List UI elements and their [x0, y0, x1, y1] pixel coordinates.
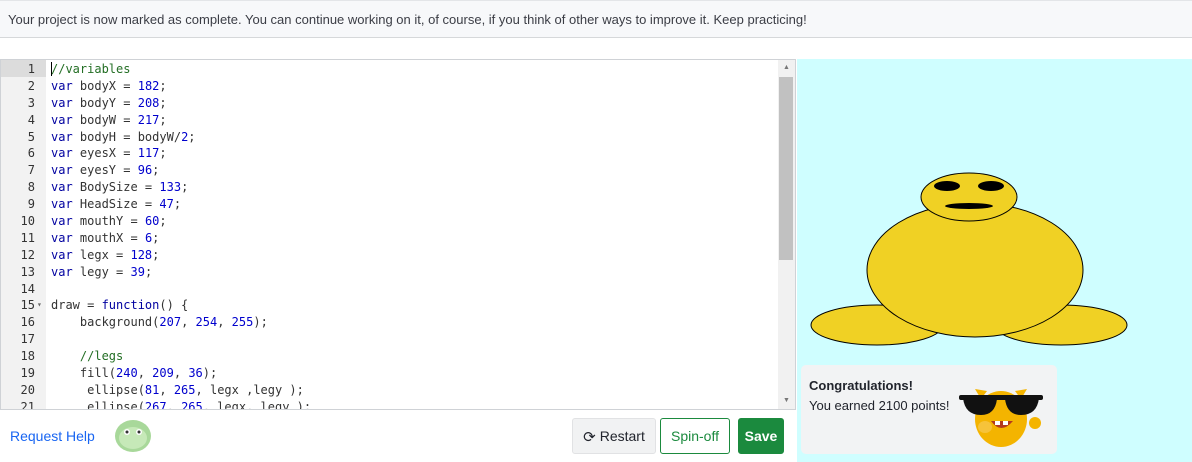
code-line[interactable]: 2 var bodyX = 182;: [1, 78, 779, 95]
creature-head: [920, 172, 1018, 222]
code-line[interactable]: 21 ellipse(267, 265, legx, legy );: [1, 399, 779, 410]
restart-label: Restart: [599, 428, 645, 444]
code-line[interactable]: 4 var bodyW = 217;: [1, 112, 779, 129]
scroll-up-arrow-icon[interactable]: ▲: [778, 60, 795, 76]
code-text: var mouthX = 6;: [51, 230, 160, 245]
line-number: 7: [27, 163, 35, 178]
completion-message: Your project is now marked as complete. …: [8, 12, 807, 27]
line-number: 6: [27, 146, 35, 161]
line-number: 12: [20, 247, 35, 262]
text-cursor: [51, 62, 52, 76]
code-text: var bodyH = bodyW/2;: [51, 129, 196, 144]
code-text: var BodySize = 133;: [51, 180, 189, 195]
code-line[interactable]: 16 background(207, 254, 255);: [1, 314, 779, 331]
line-number: 5: [27, 129, 35, 144]
scrollbar-thumb[interactable]: [779, 77, 793, 260]
code-text: var bodyX = 182;: [51, 78, 167, 93]
right-eye: [978, 181, 1004, 191]
creature-mouth: [945, 203, 993, 209]
code-text: var bodyW = 217;: [51, 112, 167, 127]
line-number: 13: [20, 264, 35, 279]
request-help-link[interactable]: Request Help: [10, 428, 95, 444]
code-line[interactable]: 14: [1, 281, 779, 298]
creature-body: [866, 202, 1084, 338]
code-line[interactable]: 13 var legy = 39;: [1, 264, 779, 281]
code-line[interactable]: 18 //legs: [1, 348, 779, 365]
code-line[interactable]: 12 var legx = 128;: [1, 247, 779, 264]
code-editor[interactable]: 1 //variables 2 var bodyX = 182; 3 var bodyY …: [0, 59, 796, 410]
code-text: fill(240, 209, 36);: [51, 366, 218, 381]
code-text: ellipse(267, 265, legx, legy );: [51, 399, 312, 410]
code-line[interactable]: 20 ellipse(81, 265, legx ,legy );: [1, 382, 779, 399]
save-button[interactable]: Save: [738, 418, 784, 454]
code-line[interactable]: 11 var mouthX = 6;: [1, 230, 779, 247]
code-text: draw = function() {: [51, 298, 189, 313]
code-text: var bodyY = 208;: [51, 95, 167, 110]
code-text: var legy = 39;: [51, 264, 153, 279]
code-text: //legs: [51, 349, 124, 364]
code-text: var mouthY = 60;: [51, 214, 167, 229]
left-eye: [934, 181, 960, 191]
help-avatar-icon[interactable]: [112, 416, 154, 454]
scroll-down-arrow-icon[interactable]: ▼: [778, 393, 795, 409]
line-number: 9: [27, 197, 35, 212]
code-line[interactable]: 1 //variables: [1, 61, 779, 78]
code-line[interactable]: 5 var bodyH = bodyW/2;: [1, 129, 779, 146]
code-text: //variables: [51, 62, 131, 76]
line-number: 2: [27, 78, 35, 93]
code-line[interactable]: 15 ▾ draw = function() {: [1, 297, 779, 314]
restart-button[interactable]: ⟳ Restart: [572, 418, 656, 454]
line-number: 17: [20, 332, 35, 347]
line-number: 11: [20, 230, 35, 245]
code-text: var eyesY = 96;: [51, 163, 160, 178]
fold-arrow-icon[interactable]: ▾: [37, 297, 42, 314]
line-number: 14: [20, 281, 35, 296]
code-line[interactable]: 10 var mouthY = 60;: [1, 213, 779, 230]
line-number: 21: [20, 399, 35, 410]
code-text: var legx = 128;: [51, 247, 160, 262]
congratulations-card: Congratulations! You earned 2100 points!: [801, 365, 1057, 454]
code-line[interactable]: 6 var eyesX = 117;: [1, 145, 779, 162]
line-number: 16: [20, 315, 35, 330]
code-text: background(207, 254, 255);: [51, 315, 268, 330]
line-number: 3: [27, 95, 35, 110]
line-number: 4: [27, 112, 35, 127]
code-text: ellipse(81, 265, legx ,legy );: [51, 382, 304, 397]
code-line[interactable]: 9 var HeadSize = 47;: [1, 196, 779, 213]
code-line[interactable]: 17: [1, 331, 779, 348]
congratulations-title: Congratulations!: [809, 378, 913, 393]
code-text: var eyesX = 117;: [51, 146, 167, 161]
code-line[interactable]: 19 fill(240, 209, 36);: [1, 365, 779, 382]
code-line[interactable]: 7 var eyesY = 96;: [1, 162, 779, 179]
line-number: 19: [20, 366, 35, 381]
line-number: 8: [27, 180, 35, 195]
line-number: 20: [20, 382, 35, 397]
restart-icon: ⟳: [583, 429, 596, 446]
code-line[interactable]: 3 var bodyY = 208;: [1, 95, 779, 112]
code-line[interactable]: 8 var BodySize = 133;: [1, 179, 779, 196]
completion-banner: Your project is now marked as complete. …: [0, 0, 1192, 38]
points-earned-text: You earned 2100 points!: [809, 398, 950, 413]
winston-sunglasses-avatar: [959, 389, 1043, 447]
line-number: 18: [20, 349, 35, 364]
line-number: 10: [20, 214, 35, 229]
code-text: var HeadSize = 47;: [51, 197, 182, 212]
spinoff-button[interactable]: Spin-off: [660, 418, 730, 454]
code-lines[interactable]: 1 //variables 2 var bodyX = 182; 3 var bodyY …: [1, 61, 779, 410]
line-number: 1: [27, 62, 35, 76]
line-number: 15: [20, 298, 35, 313]
editor-scrollbar[interactable]: ▲ ▼: [778, 60, 795, 409]
